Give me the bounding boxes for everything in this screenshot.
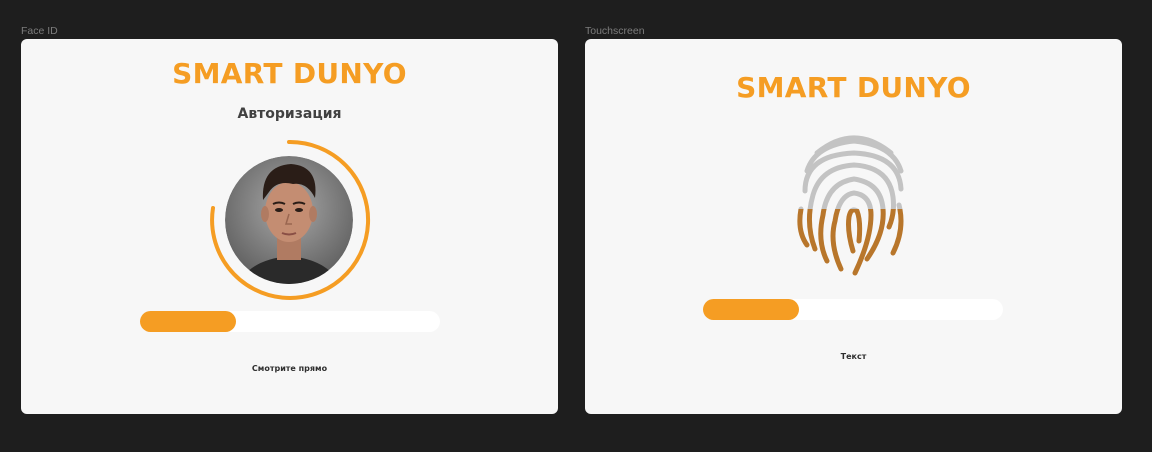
touchscreen-frame: SMART DUNYO Текст (585, 39, 1122, 414)
face-scan-progress (140, 311, 440, 332)
face-scan-ring (210, 139, 371, 300)
user-face-photo (225, 156, 353, 284)
status-text: Текст (840, 352, 867, 361)
frame-label-touchscreen: Touchscreen (585, 25, 645, 37)
frame-label-face-id: Face ID (21, 25, 58, 37)
fingerprint-icon[interactable] (797, 131, 911, 279)
fingerprint-scan-progress-fill (703, 299, 799, 320)
brand-logo: SMART DUNYO (172, 57, 407, 90)
face-id-frame: SMART DUNYO Авторизация Смотрите прямо (21, 39, 558, 414)
brand-logo: SMART DUNYO (736, 71, 971, 104)
instruction-text: Смотрите прямо (251, 364, 328, 373)
page-title: Авторизация (237, 106, 342, 122)
fingerprint-scan-progress (703, 299, 1003, 320)
face-scan-progress-fill (140, 311, 236, 332)
